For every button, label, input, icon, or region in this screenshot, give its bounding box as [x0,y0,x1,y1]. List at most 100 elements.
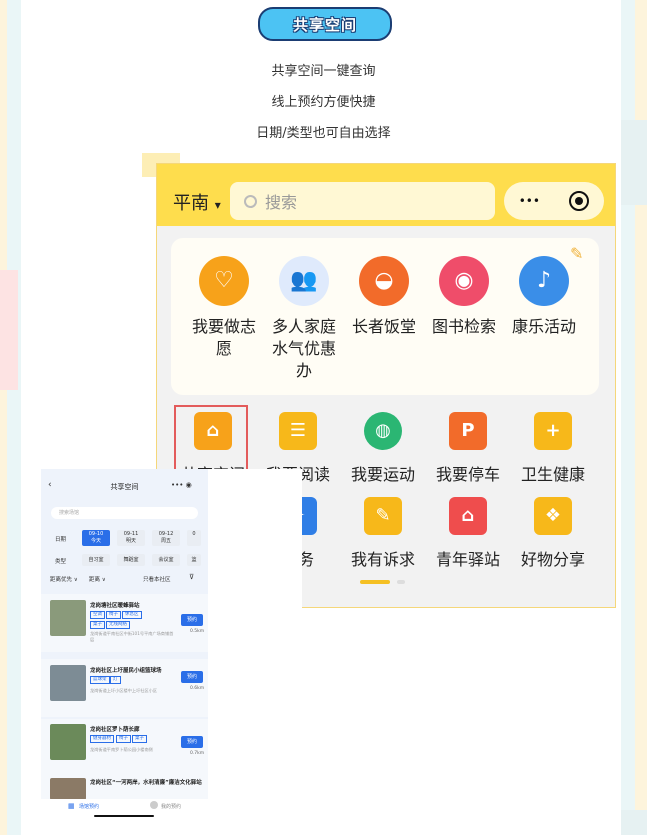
page: 共享空间 共享空间一键查询 线上预约方便快捷 日期/类型也可自由选择 平南 ▾ … [0,0,647,835]
more-icon[interactable]: ••• [519,194,540,208]
venue-name: 龙岗社区上圩屋民小组篮球场 [90,668,162,674]
filter-icon[interactable]: ⊽ [189,573,194,581]
sort-dropdown[interactable]: 距离优先 ∨ [50,575,78,583]
amenity-tag: 椅子 [116,735,131,743]
amenity-tag: 灯 [110,676,121,684]
city-selector[interactable]: 平南 ▾ [173,189,221,215]
book-button[interactable]: 预约 [181,671,203,683]
tagline: 日期/类型也可自由选择 [256,126,391,141]
date-label: 日期 [55,537,67,543]
card-item-label: 多人家庭水气优惠办 [271,317,336,380]
close-miniprogram-icon[interactable] [569,191,590,211]
grid-item-label: 卫生健康 [520,465,585,484]
venue-address: 龙岗街道平南罗卜荫公园小楼南侧 [90,747,153,752]
booking-tab-icon[interactable]: ▦ [68,802,75,810]
tagline: 线上预约方便快捷 [271,95,376,110]
section-title-badge: 共享空间 [258,7,392,41]
list-item[interactable]: 龙岗塘社区暖蜂驿站 空调 椅子 休息区 桌子 无线网络 龙岗街道平南社区中街10… [41,594,208,652]
type-chip[interactable]: 自习室 [82,554,110,566]
list-item[interactable]: 龙岗社区罗卜荫长廊 健身器材 椅子 桌子 龙岗街道平南罗卜荫公园小楼南侧 预约 … [41,719,208,777]
venue-thumbnail [50,665,86,701]
book-button[interactable]: 预约 [181,736,203,748]
type-chip[interactable]: 篮 [187,554,201,566]
date-chip[interactable]: 09-12 周五 [152,530,180,546]
tab-venue-booking[interactable]: 场馆预约 [79,803,99,810]
heart-icon: ♡ [199,256,249,306]
profile-tab-icon[interactable] [150,801,158,809]
venue-distance: 0.6km [190,686,205,691]
deco-strip [621,810,647,835]
distance-dropdown[interactable]: 距离 ∨ [89,575,106,583]
grid-item-label: 好物分享 [520,550,585,569]
amenity-tag: 休息区 [122,611,142,619]
card-item[interactable]: ♡ 我要做志愿 [184,256,264,360]
book-icon: ☰ [279,412,317,450]
tab-my-bookings[interactable]: 我的预约 [161,803,181,810]
tagline: 共享空间一键查询 [271,64,376,79]
venue-thumbnail [50,724,86,760]
amenity-tag: 健身器材 [90,735,114,743]
date-chip[interactable]: 0 [187,530,201,546]
page-indicator-active [360,580,390,584]
grid-item[interactable]: ❖ 好物分享 [513,497,593,571]
deco-strip [0,270,18,390]
venue-address: 龙岗街道平南社区中街101号平南广场商铺首层 [90,631,174,642]
date-chip[interactable]: 09-10 今天 [82,530,110,546]
grid-item[interactable]: ◍ 我要运动 [343,412,423,486]
search-input[interactable]: 搜索 [230,182,495,220]
search-book-icon: ◉ [439,256,489,306]
venue-thumbnail [50,600,86,636]
card-item[interactable]: ♪ 康乐活动 [504,256,584,338]
list-item[interactable]: 龙岗社区上圩屋民小组篮球场 篮球架 灯 龙岗街道上圩小区楼中上圩社区小区 预约 … [41,659,208,717]
users-icon: 👥 [279,256,329,306]
community-filter[interactable]: 只看本社区 [143,575,171,583]
house-icon: ⌂ [194,412,232,450]
grid-item-label: 我要停车 [435,465,500,484]
amenity-tag: 无线网络 [106,621,130,629]
card-item-label: 康乐活动 [511,317,576,336]
card-item[interactable]: 👥 多人家庭水气优惠办 [264,256,344,382]
edit-icon: ✎ [364,497,402,535]
grid-item-label: 我要运动 [350,465,415,484]
card-item[interactable]: ◉ 图书检索 [424,256,504,338]
amenity-tag: 桌子 [90,621,105,629]
venue-distance: 0.5km [190,629,205,634]
page-indicator [397,580,405,584]
card-item-label: 图书检索 [431,317,496,336]
miniprogram-capsule[interactable]: ••• ◉ [171,481,192,489]
amenity-tag: 空调 [90,611,105,619]
app-topbar: 平南 ▾ 搜索 ••• [157,164,615,226]
venue-thumbnail [50,778,86,800]
amenity-tag: 桌子 [132,735,147,743]
date-chip[interactable]: 09-11 明天 [117,530,145,546]
venue-distance: 0.7km [190,751,205,756]
ball-icon: ◍ [364,412,402,450]
parking-icon: P [449,412,487,450]
grid-item[interactable]: ✎ 我有诉求 [343,497,423,571]
amenity-tag: 篮球架 [90,676,110,684]
venue-name: 龙岗社区罗卜荫长廊 [90,727,140,733]
card-item-label: 长者饭堂 [351,317,416,336]
type-chip[interactable]: 舞蹈室 [117,554,145,566]
venue-search-input[interactable]: 搜索场馆 [51,507,198,519]
list-item[interactable]: 龙岗社区“一河两岸，水利清廉”廉洁文化驿站 [41,774,208,800]
search-icon [244,194,257,208]
grid-item-label: 我有诉求 [350,550,415,569]
home-indicator [94,815,154,817]
grid-item-label: 青年驿站 [435,550,500,569]
type-chip[interactable]: 会议室 [152,554,180,566]
phone-screenshot: ‹ 共享空间 ••• ◉ 搜索场馆 日期 09-10 今天 09-11 明天 09-… [41,469,302,820]
bowl-icon: ◒ [359,256,409,306]
card-item-label: 我要做志愿 [191,317,256,358]
card-item[interactable]: ◒ 长者饭堂 [344,256,424,338]
book-button[interactable]: 预约 [181,614,203,626]
venue-name: 龙岗塘社区暖蜂驿站 [90,603,140,609]
type-label: 类型 [55,559,67,565]
grid-item[interactable]: ⌂ 青年驿站 [428,497,508,571]
grid-item[interactable]: P 我要停车 [428,412,508,486]
miniprogram-capsule[interactable]: ••• [504,182,604,220]
amenity-tag: 椅子 [106,611,121,619]
grid-item[interactable]: + 卫生健康 [513,412,593,486]
venue-address: 龙岗街道上圩小区楼中上圩社区小区 [90,688,158,693]
dance-icon: ♪ [519,256,569,306]
